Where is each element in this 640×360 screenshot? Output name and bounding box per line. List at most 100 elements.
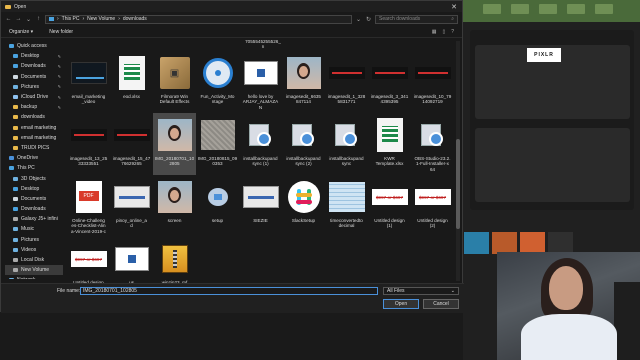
breadcrumb-this-pc[interactable]: This PC [62,16,80,22]
pin-icon: ✎ [57,53,61,59]
file-item[interactable]: imagesedit_1_328 5831771 [325,51,368,113]
breadcrumb-new-volume[interactable]: New Volume [87,16,115,22]
sidebar-item[interactable]: Local Disk [5,255,63,265]
address-row: ← → ⌄ ↑ › This PC › New Volume › downloa… [1,12,462,26]
price-text: $997 or $697 [418,194,447,200]
file-item[interactable]: imagesedit_13_25 33333551 [67,113,110,175]
sidebar-item[interactable]: Documents [5,194,63,204]
sidebar-item[interactable]: iCloud Drive ✎ [5,92,63,102]
file-item[interactable]: OBS-Studio-23.2. 1-Full-Installer-x 64 [411,113,454,175]
forward-arrow-icon[interactable]: → [15,15,22,23]
file-list-scrollbar[interactable] [456,41,460,281]
view-options-icon[interactable]: ▦ [432,29,437,35]
file-item[interactable]: us [110,237,153,283]
file-name: IMG_20180815_09 0353 [197,156,238,167]
sidebar-item[interactable]: Music [5,224,63,234]
file-item[interactable]: imagesedit_6635 847114 [282,51,325,113]
file-type-select[interactable]: All Files ⌄ [383,287,459,295]
file-item[interactable]: setup [196,175,239,237]
sidebar-item-label: backup [21,104,38,111]
file-name-input[interactable]: IMG_20180701_102805 [80,287,378,295]
webcam-overlay [497,252,640,360]
sidebar-item[interactable]: TRUDI PICS [5,143,63,153]
file-item[interactable]: $997 or $697 Untitled design [67,237,110,283]
scrollbar-thumb[interactable] [456,139,460,229]
close-icon[interactable]: ✕ [448,1,460,12]
file-name: Filmora9 Win Default Effects [159,94,190,105]
price-text: $997 or $697 [74,256,103,262]
file-name: email_marketing _video [71,94,106,105]
sidebar-item[interactable]: email marketing [5,123,63,133]
file-name: Untitled design (2) [417,218,448,229]
cancel-button[interactable]: Cancel [423,299,459,309]
sidebar-item[interactable]: Desktop [5,184,63,194]
file-name: Online-Challeng es-Checklist-Alin a-Vinc… [71,218,106,235]
file-item[interactable]: IMG_20180815_09 0353 [196,113,239,175]
sidebar-item[interactable]: Galaxy J5+ infini [5,214,63,224]
address-bar[interactable]: › This PC › New Volume › downloads [45,14,352,24]
onedrive-icon [9,156,14,161]
address-dropdown-icon[interactable]: ⌄ [355,15,362,23]
sidebar-item[interactable]: Videos [5,245,63,255]
sidebar-item[interactable]: Downloads [5,204,63,214]
file-item[interactable]: Fun_Activity_Mo ntage [196,51,239,113]
sidebar-item[interactable]: This PC [5,163,63,173]
back-arrow-icon[interactable]: ← [5,15,12,23]
organize-menu[interactable]: Organize ▾ [9,29,33,35]
breadcrumb-downloads[interactable]: downloads [123,16,147,22]
sidebar-item[interactable]: Network [5,275,63,279]
sidebar-item[interactable]: Desktop ✎ [5,51,63,61]
file-item[interactable]: $997 or $697 Untitled design (1) [368,175,411,237]
sidebar-item[interactable]: Documents ✎ [5,72,63,82]
sidebar-item[interactable]: OneDrive [5,153,63,163]
file-item[interactable]: PDF Online-Challeng es-Checklist-Alin a-V… [67,175,110,237]
open-button[interactable]: Open [383,299,419,309]
file-item[interactable]: screen [153,175,196,237]
background-thumb [483,4,501,14]
file-item[interactable]: installbackupand sync (2) [282,113,325,175]
file-name: installbackupand sync [329,156,364,167]
sidebar-item[interactable]: Downloads ✎ [5,61,63,71]
file-item[interactable]: KWR Template.xlsx [368,113,411,175]
file-item[interactable]: email_marketing _video [67,51,110,113]
preview-pane-icon[interactable]: ▯ [442,29,445,35]
file-item[interactable]: installbackupand sync [325,113,368,175]
file-name-label: File name: [57,288,81,294]
file-name: imagesedit_13_25 33333551 [69,156,108,167]
file-item[interactable]: $997 or $697 Untitled design (2) [411,175,454,237]
sidebar-item[interactable]: Quick access [5,41,63,51]
file-item[interactable]: ▣ Filmora9 Win Default Effects [153,51,196,113]
sidebar-item[interactable]: downloads [5,112,63,122]
recent-chevron-icon[interactable]: ⌄ [25,15,32,23]
file-item[interactable]: IMG_20180701_10 2805 [153,113,196,175]
sidebar-item-label: TRUDI PICS [21,144,50,151]
sidebar-item[interactable]: New Volume [5,265,63,276]
file-item[interactable]: imagesedit_15_47 76629265 [110,113,153,175]
sidebar-item[interactable]: Pictures [5,235,63,245]
sidebar-item[interactable]: backup ✎ [5,102,63,112]
file-thumbnail-pdf: PDF [70,178,108,216]
file-item[interactable]: pinoy_online_a d [110,175,153,237]
background-thumb [511,4,529,14]
help-icon[interactable]: ? [451,29,454,35]
up-arrow-icon[interactable]: ↑ [35,15,42,23]
file-item[interactable]: imagesedit_3_341 4395395 [368,51,411,113]
file-item[interactable]: hello love by ARJAY_ALMAZA N [239,51,282,113]
sidebar-item[interactable]: 3D Objects [5,173,63,183]
file-name: IMG_20180701_10 2805 [154,156,195,167]
file-item[interactable]: SlackSetup [282,175,325,237]
view-controls: ▦ ▯ ? [432,29,454,35]
file-item[interactable]: eod.xlsx [110,51,153,113]
file-item[interactable]: SIEZIE [239,175,282,237]
file-item[interactable]: imagesedit_10_79 14092719 [411,51,454,113]
sidebar-item[interactable]: email marketing [5,133,63,143]
file-item[interactable]: winzip23_mf [153,237,196,283]
sidebar-item[interactable]: Pictures ✎ [5,82,63,92]
new-folder-button[interactable]: New folder [49,29,73,35]
file-item[interactable]: installbackupand sync (1) [239,113,282,175]
file-item[interactable]: timeconvertedto decimal [325,175,368,237]
search-input[interactable]: Search downloads ⌕ [375,14,458,24]
downloads-icon [13,207,18,212]
refresh-icon[interactable]: ↻ [365,15,372,23]
webcam-face [549,266,583,310]
